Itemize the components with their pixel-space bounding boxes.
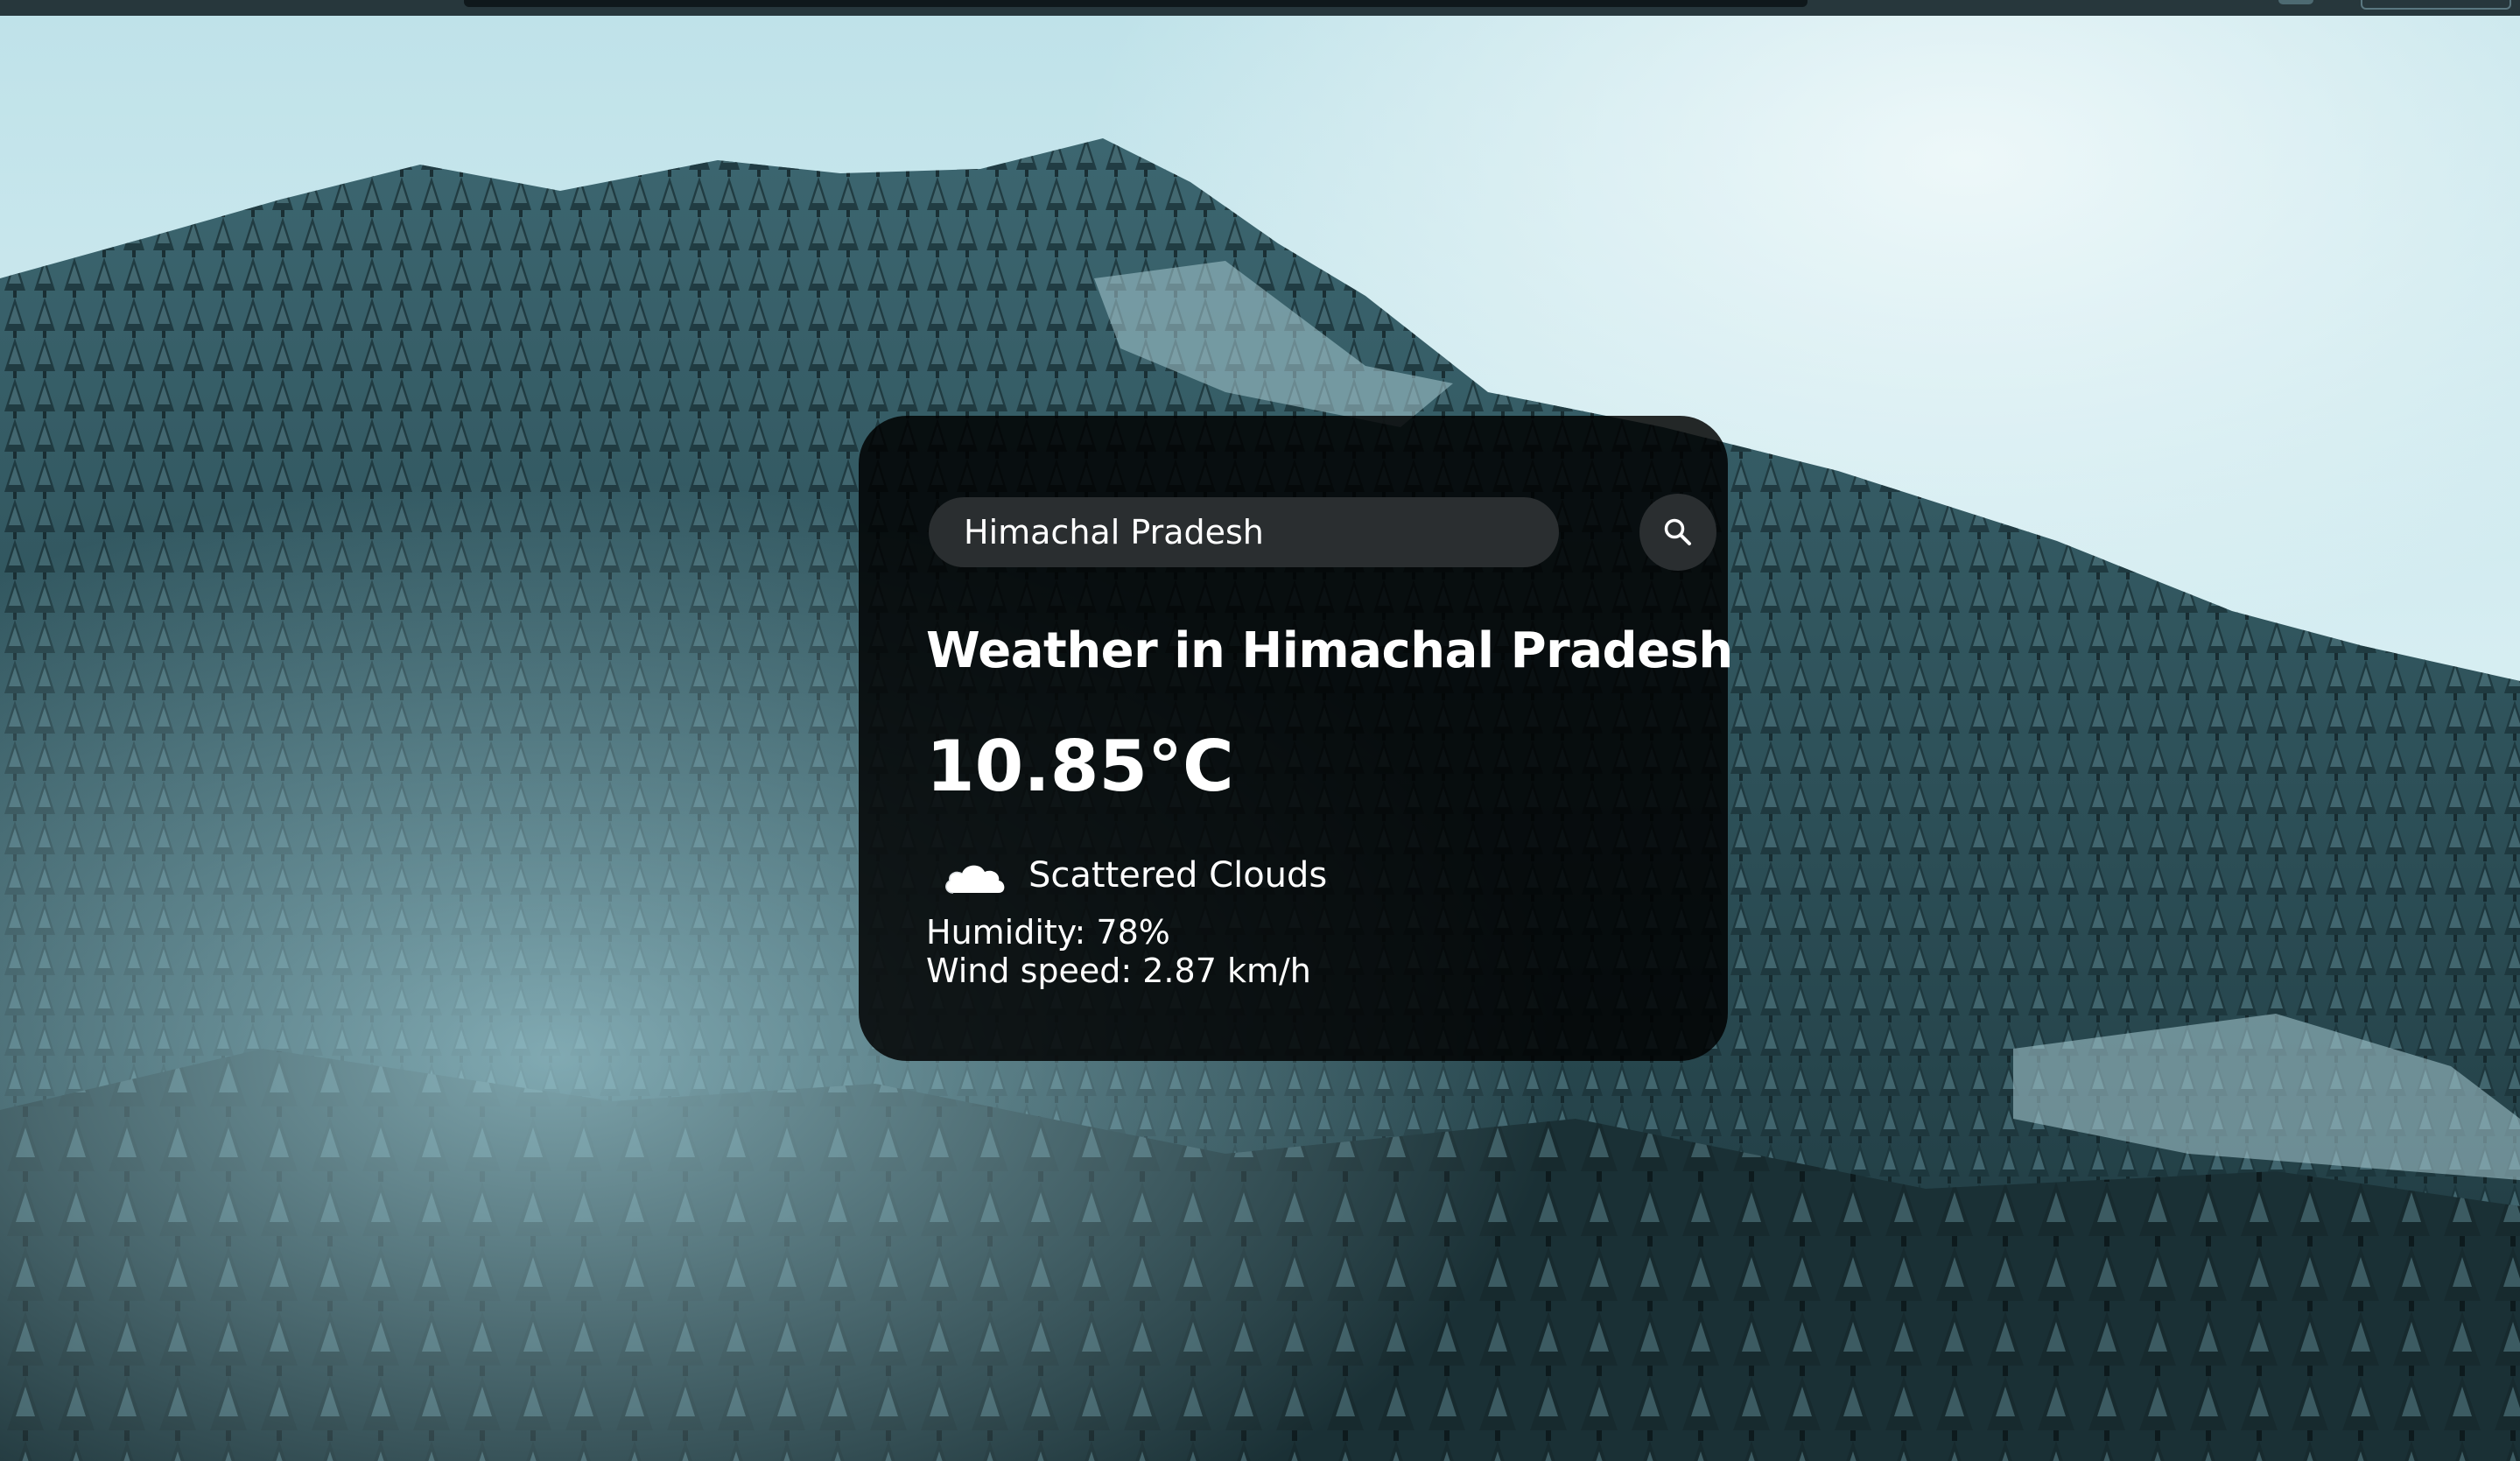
wind-speed-label: Wind speed: 2.87 km/h (926, 952, 1311, 990)
temperature-value: 10.85°C (926, 726, 1234, 807)
toolbar-button[interactable] (2278, 0, 2313, 4)
search-button[interactable] (1639, 494, 1716, 571)
toolbar-button-outline[interactable] (2361, 0, 2511, 10)
condition-label: Scattered Clouds (1028, 855, 1328, 896)
weather-title: Weather in Himachal Pradesh (926, 622, 1733, 679)
app-viewport: Weather in Himachal Pradesh 10.85°C Scat… (0, 0, 2520, 1461)
browser-top-bar (0, 0, 2520, 16)
humidity-label: Humidity: 78% (926, 913, 1170, 952)
search-input[interactable] (929, 497, 1559, 567)
address-bar[interactable] (464, 0, 1808, 7)
cloud-icon (945, 865, 1005, 894)
search-row (929, 494, 1716, 571)
condition-row: Scattered Clouds (941, 849, 1327, 902)
search-icon (1664, 518, 1691, 545)
weather-card: Weather in Himachal Pradesh 10.85°C Scat… (859, 416, 1733, 1061)
